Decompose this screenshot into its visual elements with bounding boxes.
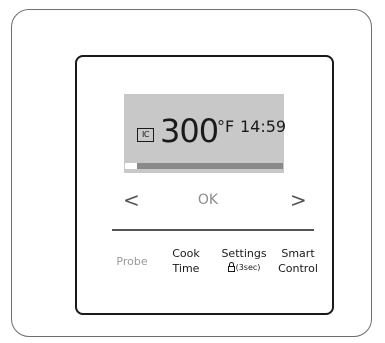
right-arrow-button[interactable]: >: [290, 188, 307, 212]
temperature-value: 300: [160, 112, 219, 150]
cook-time-button[interactable]: Cook Time: [168, 246, 204, 276]
cooking-mode-icon: IC: [137, 128, 154, 142]
clock-time: 14:59: [240, 117, 287, 136]
settings-button[interactable]: Settings (3sec): [216, 246, 272, 274]
smart-control-label-line1: Smart: [281, 247, 315, 260]
temperature-unit: °F: [217, 117, 235, 136]
settings-label: Settings: [221, 247, 267, 260]
divider: [112, 229, 314, 231]
cook-time-label-line2: Time: [172, 262, 200, 275]
lock-icon: [227, 262, 235, 272]
lcd-display: IC 300 °F 14:59: [124, 94, 287, 173]
cook-time-label-line1: Cook: [172, 247, 200, 260]
probe-button[interactable]: Probe: [112, 254, 152, 269]
smart-control-label-line2: Control: [278, 262, 318, 275]
smart-control-button[interactable]: Smart Control: [274, 246, 322, 276]
control-panel: IC 300 °F 14:59 < OK > Probe Cook Time S…: [75, 55, 334, 315]
probe-label: Probe: [116, 255, 148, 268]
left-arrow-button[interactable]: <: [123, 188, 140, 212]
progress-bar: [125, 163, 283, 169]
device-frame: IC 300 °F 14:59 < OK > Probe Cook Time S…: [11, 9, 372, 337]
progress-start-marker: [125, 163, 137, 169]
ok-button[interactable]: OK: [193, 190, 223, 210]
settings-hold-duration: (3sec): [235, 263, 261, 272]
settings-hold-hint: (3sec): [216, 261, 272, 274]
